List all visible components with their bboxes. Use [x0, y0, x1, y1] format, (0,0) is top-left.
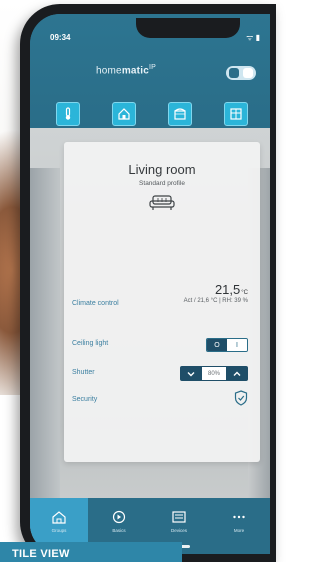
shutter-control: 80%: [180, 366, 248, 381]
basics-nav-icon: [112, 510, 126, 524]
room-tile[interactable]: Living room Standard profile Climate con…: [64, 142, 260, 462]
brand-prefix: home: [96, 65, 122, 77]
thermometer-icon: [65, 107, 71, 120]
room-title: Living room: [128, 162, 196, 177]
nav-label-basics: Basics: [112, 528, 126, 533]
light-on-button[interactable]: I: [227, 339, 247, 351]
nav-label-groups: Groups: [51, 528, 67, 533]
category-row: [56, 102, 256, 126]
phone-screen: 09:34 ᯤ ▮ homematicIP Living room Standa…: [30, 14, 270, 554]
devices-nav-icon: [172, 511, 186, 523]
row-label-security[interactable]: Security: [72, 396, 97, 403]
chevron-up-icon: [233, 371, 241, 376]
category-climate-button[interactable]: [56, 102, 80, 126]
shutter-icon: [174, 108, 186, 120]
home-nav-icon: [52, 511, 66, 524]
shield-check-icon[interactable]: [234, 390, 248, 406]
more-dots-icon: [233, 515, 245, 519]
left-tile-preview[interactable]: [30, 168, 60, 498]
shutter-down-button[interactable]: [180, 366, 202, 381]
shutter-up-button[interactable]: [226, 366, 248, 381]
window-icon: [230, 108, 242, 120]
temperature-meta: Act / 21,6 °C | RH: 39 %: [183, 298, 248, 304]
category-home-button[interactable]: [112, 102, 136, 126]
nav-label-devices: Devices: [170, 528, 187, 533]
row-label-shutter[interactable]: Shutter: [72, 369, 95, 376]
shutter-level: 80%: [202, 366, 226, 381]
chevron-down-icon: [187, 371, 195, 376]
light-off-button[interactable]: O: [207, 339, 227, 351]
list-view-icon: [229, 68, 239, 78]
view-toggle[interactable]: [226, 66, 256, 80]
category-shutter-button[interactable]: [168, 102, 192, 126]
sofa-icon: [149, 195, 175, 210]
category-window-button[interactable]: [224, 102, 248, 126]
status-time: 09:34: [50, 33, 71, 42]
temperature-unit: °C: [241, 290, 248, 296]
caption-banner: TILE VIEW: [0, 542, 182, 562]
temperature-number: 21,5: [214, 282, 241, 297]
room-profile: Standard profile: [139, 180, 185, 187]
brand-logo: homematicIP: [96, 64, 156, 76]
brand-bold: matic: [121, 65, 149, 77]
row-label-light[interactable]: Ceiling light: [72, 340, 108, 347]
brand-suffix: IP: [148, 64, 156, 71]
status-icons: ᯤ ▮: [246, 33, 260, 42]
row-label-climate[interactable]: Climate control: [72, 300, 119, 307]
nav-item-more[interactable]: More: [210, 498, 268, 554]
temperature-value: 21,5°C: [215, 282, 248, 297]
phone-notch: [136, 18, 240, 38]
light-switch: O I: [206, 338, 248, 352]
house-icon: [118, 108, 130, 120]
nav-label-more: More: [233, 528, 245, 533]
tile-view-icon: [243, 68, 253, 78]
